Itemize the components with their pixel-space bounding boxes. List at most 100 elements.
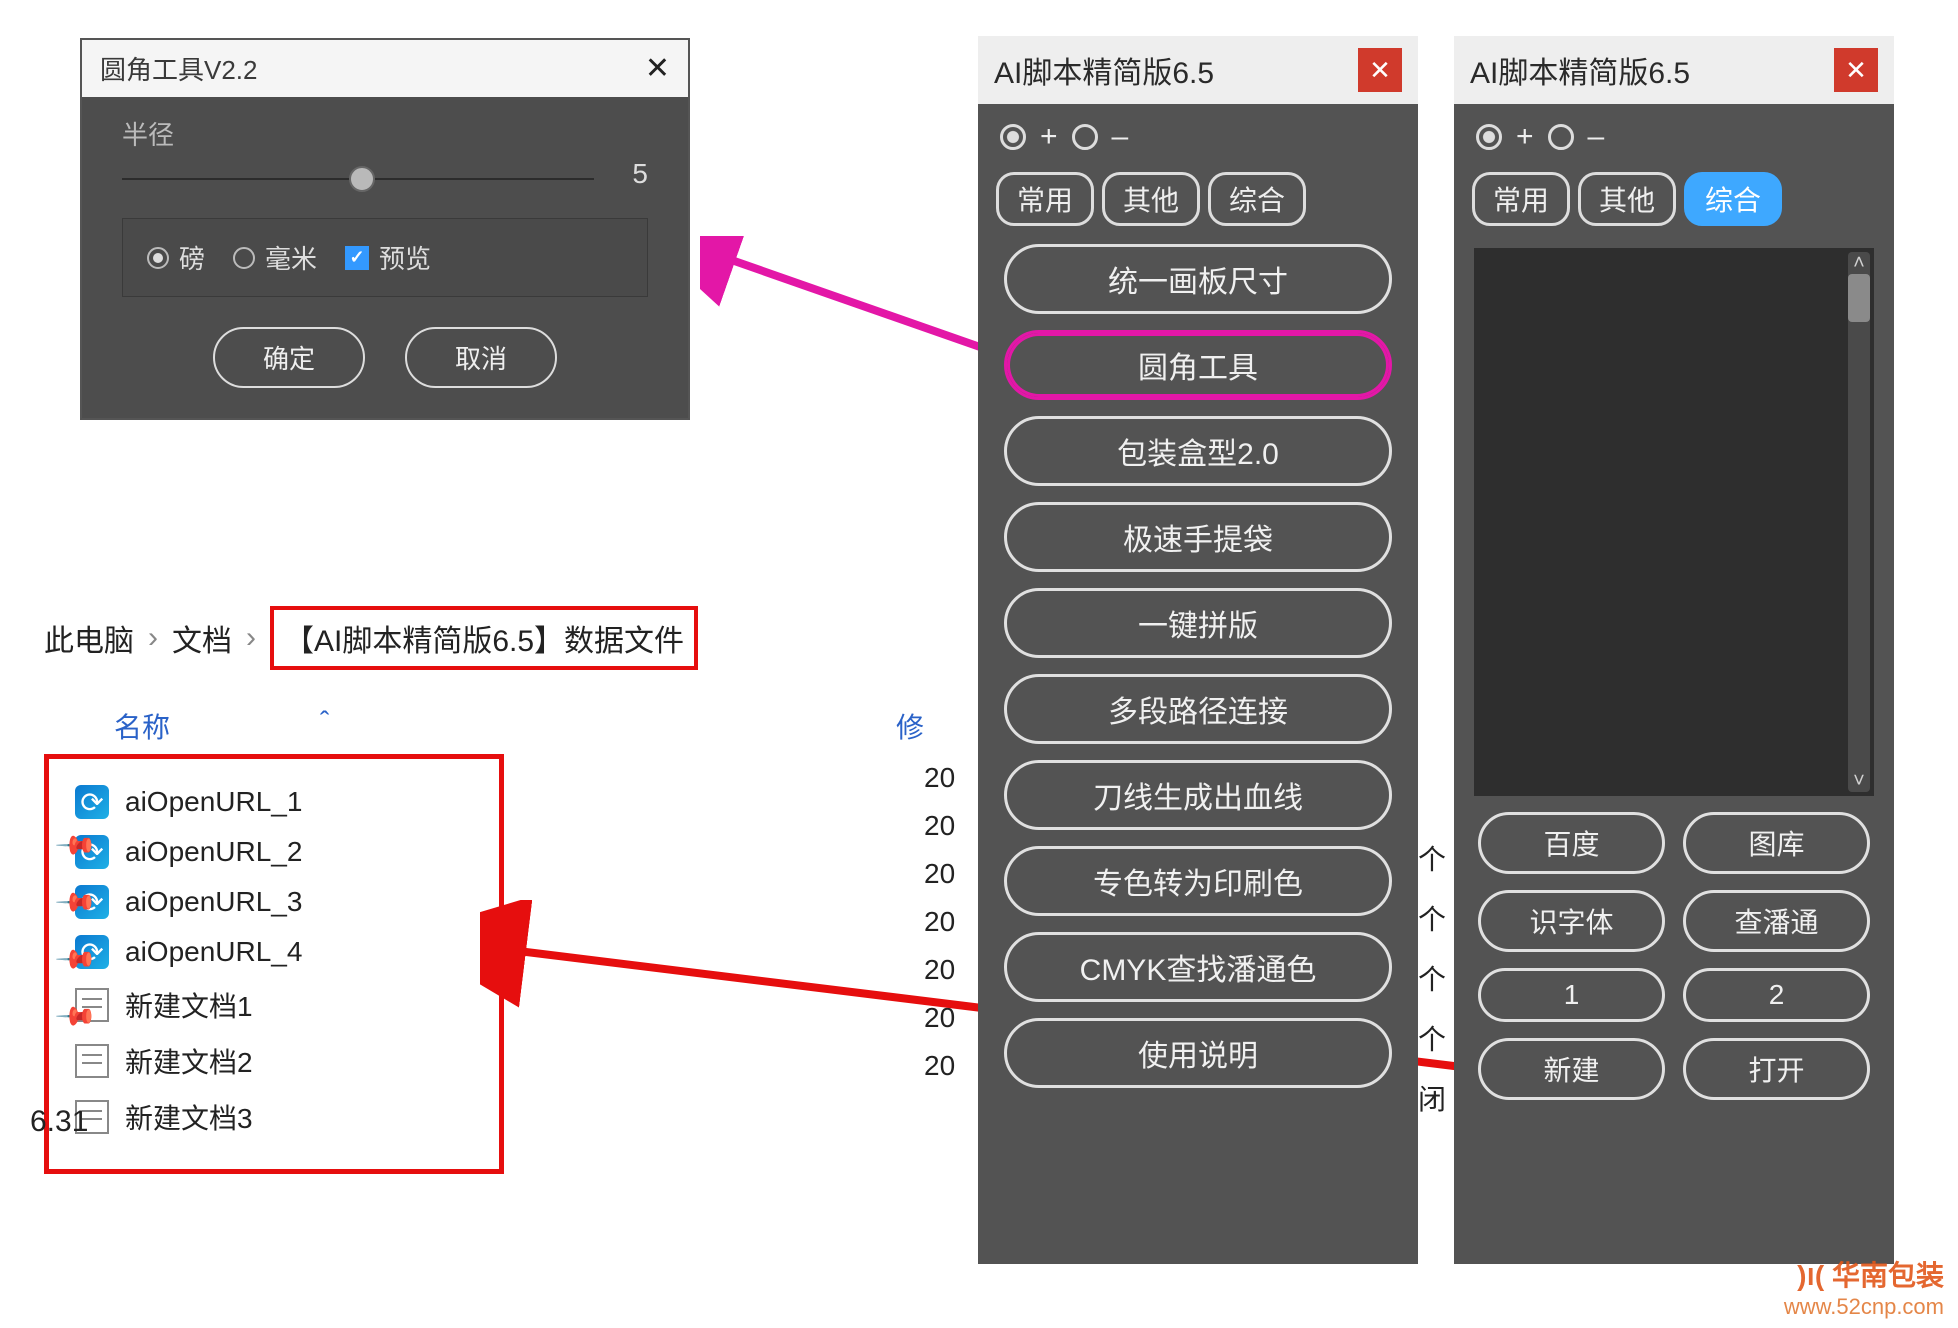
cropped-char: 个 xyxy=(1418,830,1446,890)
col-modified[interactable]: 修 xyxy=(896,706,924,746)
quick-button[interactable]: 1 xyxy=(1478,968,1665,1022)
radius-slider[interactable] xyxy=(122,178,594,180)
tool-button[interactable]: CMYK查找潘通色 xyxy=(1004,932,1392,1002)
minus-icon[interactable]: – xyxy=(1588,120,1605,154)
tool-button[interactable]: 统一画板尺寸 xyxy=(1004,244,1392,314)
version-label: 6.31 xyxy=(30,1105,88,1139)
empty-list-area[interactable]: ˄ ˅ xyxy=(1474,248,1874,796)
close-icon[interactable]: ✕ xyxy=(645,51,670,86)
file-modified: 20 xyxy=(924,1042,955,1090)
tool-button[interactable]: 一键拼版 xyxy=(1004,588,1392,658)
dialog-button-row: 确定 取消 xyxy=(122,327,648,388)
quick-button[interactable]: 图库 xyxy=(1683,812,1870,874)
sort-indicator-icon[interactable]: ˆ xyxy=(320,706,329,746)
file-name: 新建文档3 xyxy=(125,1097,253,1137)
close-button[interactable]: ✕ xyxy=(1358,48,1402,92)
panel-titlebar[interactable]: AI脚本精简版6.5 ✕ xyxy=(978,36,1418,104)
radio-point-label: 磅 xyxy=(179,239,205,276)
chevron-right-icon: › xyxy=(148,621,158,655)
plus-icon[interactable]: + xyxy=(1040,120,1058,154)
quick-button[interactable]: 识字体 xyxy=(1478,890,1665,952)
file-row[interactable]: ⟳aiOpenURL_1 xyxy=(75,777,473,827)
quick-button[interactable]: 打开 xyxy=(1683,1038,1870,1100)
round-corner-dialog: 圆角工具V2.2 ✕ 半径 5 磅 毫米 ✓ 预览 确定 xyxy=(80,38,690,420)
breadcrumb-current[interactable]: 【AI脚本精简版6.5】数据文件 xyxy=(270,606,698,670)
file-name: aiOpenURL_4 xyxy=(125,936,302,968)
radio-on-icon[interactable] xyxy=(1000,124,1026,150)
file-row[interactable]: ⟳aiOpenURL_3 xyxy=(75,877,473,927)
dialog-body: 半径 5 磅 毫米 ✓ 预览 确定 取消 xyxy=(82,97,688,418)
tool-button[interactable]: 多段路径连接 xyxy=(1004,674,1392,744)
file-modified: 20 xyxy=(924,946,955,994)
tab-row: 常用 其他 综合 xyxy=(978,164,1418,244)
cropped-char: 个 xyxy=(1418,950,1446,1010)
tool-button[interactable]: 专色转为印刷色 xyxy=(1004,846,1392,916)
tab-common[interactable]: 常用 xyxy=(1472,172,1570,226)
breadcrumb-root[interactable]: 此电脑 xyxy=(44,616,134,660)
tool-button[interactable]: 包装盒型2.0 xyxy=(1004,416,1392,486)
file-row[interactable]: 新建文档3 xyxy=(75,1089,473,1145)
file-name: 新建文档1 xyxy=(125,985,253,1025)
modified-column: 20202020202020 xyxy=(924,754,955,1090)
cropped-char: 个 xyxy=(1418,1010,1446,1070)
arrow-pink-icon xyxy=(700,236,1010,366)
tool-button[interactable]: 使用说明 xyxy=(1004,1018,1392,1088)
minus-icon[interactable]: – xyxy=(1112,120,1129,154)
edge-file-icon: ⟳ xyxy=(75,785,109,819)
file-row[interactable]: 新建文档2 xyxy=(75,1033,473,1089)
close-button[interactable]: ✕ xyxy=(1834,48,1878,92)
radio-on-icon xyxy=(147,247,169,269)
pin-icon[interactable]: 📌 xyxy=(54,880,99,925)
panel-titlebar[interactable]: AI脚本精简版6.5 ✕ xyxy=(1454,36,1894,104)
scroll-down-icon[interactable]: ˅ xyxy=(1848,770,1870,792)
radio-mm[interactable]: 毫米 xyxy=(233,239,317,276)
col-name[interactable]: 名称 xyxy=(114,706,170,746)
tab-other[interactable]: 其他 xyxy=(1578,172,1676,226)
tool-button[interactable]: 刀线生成出血线 xyxy=(1004,760,1392,830)
watermark-url: www.52cnp.com xyxy=(1784,1294,1944,1320)
file-row[interactable]: ⟳aiOpenURL_4 xyxy=(75,927,473,977)
tool-button[interactable]: 极速手提袋 xyxy=(1004,502,1392,572)
file-row[interactable]: ⟳aiOpenURL_2 xyxy=(75,827,473,877)
radio-off-icon[interactable] xyxy=(1072,124,1098,150)
dialog-title: 圆角工具V2.2 xyxy=(100,50,258,87)
check-preview[interactable]: ✓ 预览 xyxy=(345,239,431,276)
tab-misc[interactable]: 综合 xyxy=(1208,172,1306,226)
chevron-right-icon: › xyxy=(246,621,256,655)
quick-button[interactable]: 新建 xyxy=(1478,1038,1665,1100)
file-list-highlight: ⟳aiOpenURL_1⟳aiOpenURL_2⟳aiOpenURL_3⟳aiO… xyxy=(44,754,504,1174)
radio-mm-label: 毫米 xyxy=(265,239,317,276)
unit-options: 磅 毫米 ✓ 预览 xyxy=(122,218,648,297)
cancel-button[interactable]: 取消 xyxy=(405,327,557,388)
slider-thumb[interactable] xyxy=(349,166,375,192)
radio-point[interactable]: 磅 xyxy=(147,239,205,276)
scroll-thumb[interactable] xyxy=(1848,274,1870,322)
plus-icon[interactable]: + xyxy=(1516,120,1534,154)
panel-zoom-row: + – xyxy=(978,104,1418,164)
tab-misc[interactable]: 综合 xyxy=(1684,172,1782,226)
radio-off-icon[interactable] xyxy=(1548,124,1574,150)
scroll-up-icon[interactable]: ˄ xyxy=(1848,252,1870,274)
radio-off-icon xyxy=(233,247,255,269)
file-modified: 20 xyxy=(924,898,955,946)
pin-icon[interactable]: 📌 xyxy=(54,937,99,982)
file-list-header[interactable]: 名称 ˆ 修 xyxy=(44,698,994,754)
scrollbar[interactable]: ˄ ˅ xyxy=(1848,252,1870,792)
tab-other[interactable]: 其他 xyxy=(1102,172,1200,226)
breadcrumb-docs[interactable]: 文档 xyxy=(172,616,232,660)
quick-button[interactable]: 2 xyxy=(1683,968,1870,1022)
dialog-titlebar[interactable]: 圆角工具V2.2 ✕ xyxy=(82,40,688,97)
ok-button[interactable]: 确定 xyxy=(213,327,365,388)
checkbox-on-icon: ✓ xyxy=(345,246,369,270)
quick-button[interactable]: 查潘通 xyxy=(1683,890,1870,952)
tool-list: 统一画板尺寸圆角工具包装盒型2.0 极速手提袋一键拼版多段路径连接刀线生成出血线专… xyxy=(978,244,1418,1108)
file-modified: 20 xyxy=(924,802,955,850)
quick-button[interactable]: 百度 xyxy=(1478,812,1665,874)
tool-button[interactable]: 圆角工具 xyxy=(1004,330,1392,400)
tab-common[interactable]: 常用 xyxy=(996,172,1094,226)
radio-on-icon[interactable] xyxy=(1476,124,1502,150)
file-row[interactable]: 新建文档1 xyxy=(75,977,473,1033)
panel-title: AI脚本精简版6.5 xyxy=(994,48,1214,92)
pin-icon[interactable]: 📌 xyxy=(54,823,99,868)
panel-zoom-row: + – xyxy=(1454,104,1894,164)
